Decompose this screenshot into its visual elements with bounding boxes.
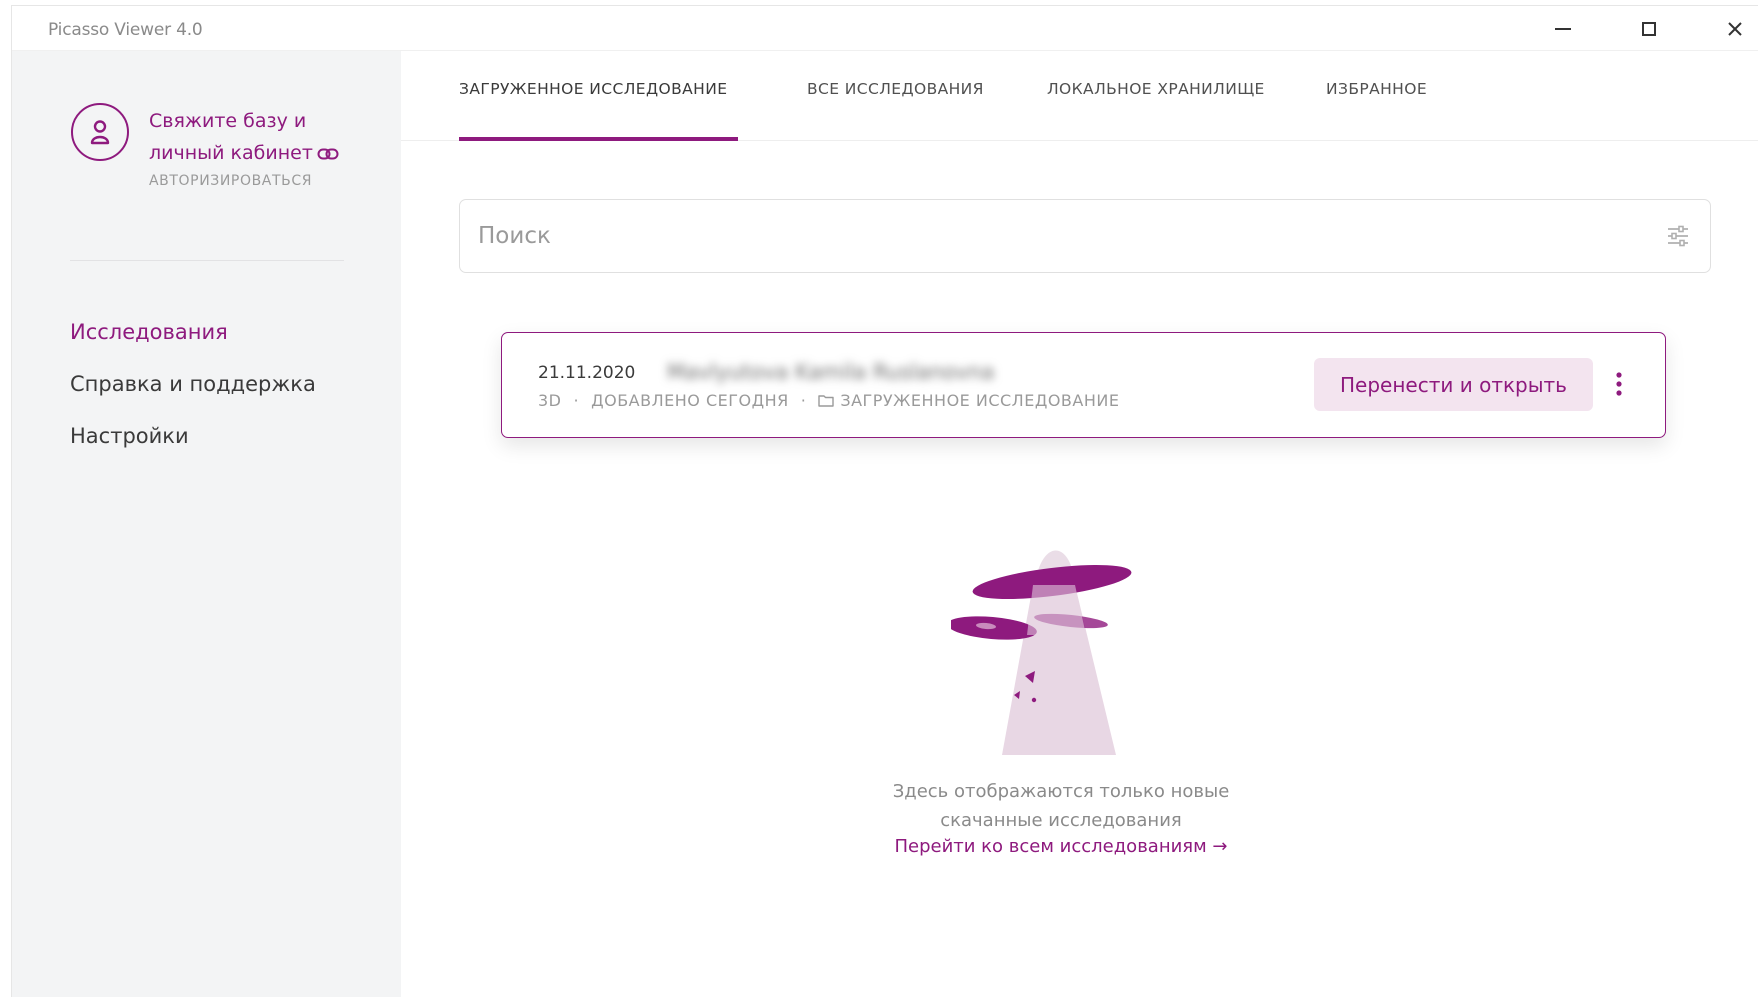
- authorize-link[interactable]: АВТОРИЗИРОВАТЬСЯ: [149, 173, 312, 189]
- patient-name: Mavlyutova Kamila Ruslanovna: [667, 360, 995, 384]
- transfer-open-button[interactable]: Перенести и открыть: [1314, 358, 1593, 411]
- main-content: ЗАГРУЖЕННОЕ ИССЛЕДОВАНИЕ ВСЕ ИССЛЕДОВАНИ…: [401, 51, 1758, 997]
- empty-state-text: Здесь отображаются только новые: [892, 781, 1230, 802]
- tab-local-storage[interactable]: ЛОКАЛЬНОЕ ХРАНИЛИЩЕ: [1047, 80, 1265, 141]
- sidebar-item-settings[interactable]: Настройки: [70, 420, 316, 472]
- tab-favorites[interactable]: ИЗБРАННОЕ: [1326, 80, 1427, 141]
- filter-icon[interactable]: [1666, 224, 1690, 248]
- user-icon: [90, 120, 110, 145]
- search-box: [459, 199, 1711, 273]
- all-studies-link[interactable]: Перейти ко всем исследованиям →: [801, 836, 1321, 857]
- auth-title-text: Свяжите базу и личный кабинет: [149, 110, 313, 164]
- maximize-button[interactable]: [1632, 14, 1666, 44]
- search-input[interactable]: [478, 200, 1628, 271]
- minimize-icon: [1555, 28, 1571, 30]
- tab-loaded-study[interactable]: ЗАГРУЖЕННОЕ ИССЛЕДОВАНИЕ: [459, 80, 738, 141]
- minimize-button[interactable]: [1546, 14, 1580, 44]
- auth-title[interactable]: Свяжите базу и личный кабинет: [149, 105, 369, 169]
- app-title: Picasso Viewer 4.0: [48, 20, 203, 40]
- sidebar-divider: [70, 260, 344, 261]
- sidebar-nav: Исследования Справка и поддержка Настрой…: [70, 316, 316, 472]
- title-bar: Picasso Viewer 4.0: [12, 6, 1758, 51]
- tab-bar: ЗАГРУЖЕННОЕ ИССЛЕДОВАНИЕ ВСЕ ИССЛЕДОВАНИ…: [401, 51, 1758, 141]
- study-location: ЗАГРУЖЕННОЕ ИССЛЕДОВАНИЕ: [840, 391, 1120, 410]
- close-button[interactable]: [1718, 14, 1752, 44]
- meta-separator: ·: [800, 391, 807, 410]
- study-type: 3D: [538, 391, 562, 410]
- tab-all-studies[interactable]: ВСЕ ИССЛЕДОВАНИЯ: [807, 80, 984, 141]
- app-window: Picasso Viewer 4.0 Свяжите базу и личный…: [11, 5, 1758, 997]
- sidebar-item-help[interactable]: Справка и поддержка: [70, 368, 316, 420]
- study-meta: 3D · ДОБАВЛЕНО СЕГОДНЯ · ЗАГРУЖЕННОЕ ИСС…: [538, 391, 1119, 410]
- meta-separator: ·: [573, 391, 580, 410]
- study-date: 21.11.2020: [538, 363, 636, 383]
- sidebar: Свяжите базу и личный кабинет АВТОРИЗИРО…: [12, 51, 401, 997]
- empty-state-text-2: скачанные исследования: [940, 810, 1182, 831]
- more-dots-icon: [1616, 372, 1622, 396]
- folder-icon: [818, 395, 835, 407]
- maximize-icon: [1642, 22, 1656, 36]
- close-icon: [1728, 22, 1742, 36]
- ufo-illustration: [951, 550, 1132, 755]
- link-icon: [317, 148, 339, 159]
- study-added: ДОБАВЛЕНО СЕГОДНЯ: [591, 391, 789, 410]
- more-vertical-icon[interactable]: [1613, 369, 1625, 399]
- avatar[interactable]: [71, 103, 129, 161]
- study-card[interactable]: 21.11.2020 Mavlyutova Kamila Ruslanovna …: [501, 332, 1666, 438]
- sidebar-item-studies[interactable]: Исследования: [70, 316, 316, 368]
